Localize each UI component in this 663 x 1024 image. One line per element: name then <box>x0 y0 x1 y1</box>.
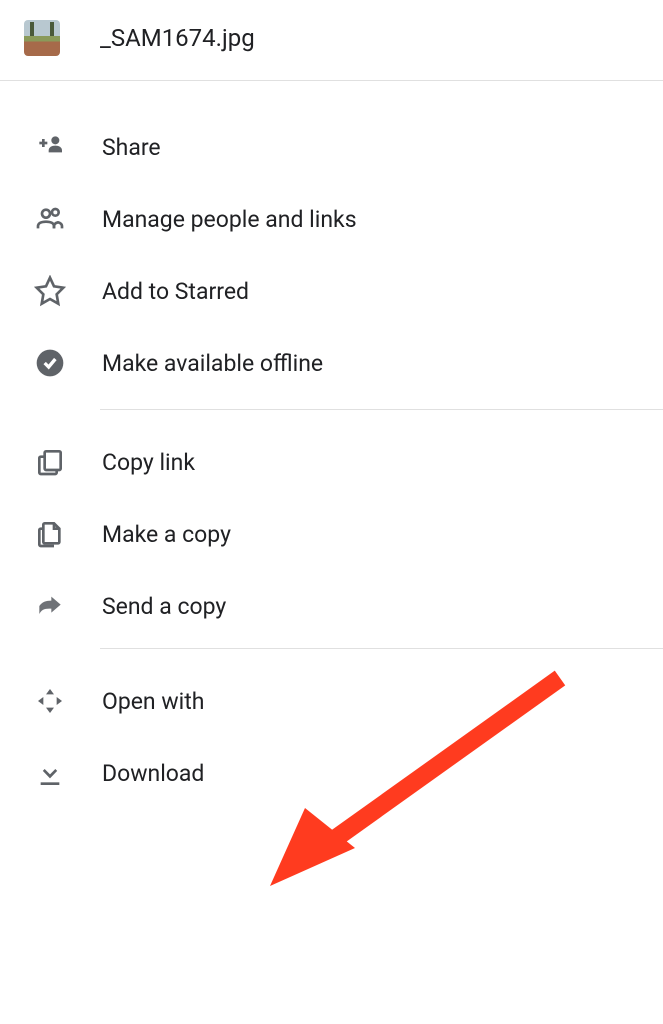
download-icon <box>34 757 66 789</box>
file-header: _SAM1674.jpg <box>0 0 663 80</box>
send-icon <box>34 590 66 622</box>
menu-section-1: Share Manage people and links Add to Sta… <box>0 81 663 409</box>
menu-section-3: Open with Download <box>0 649 663 819</box>
manage-people-label: Manage people and links <box>102 206 357 233</box>
make-copy-item[interactable]: Make a copy <box>0 498 663 570</box>
offline-item[interactable]: Make available offline <box>0 327 663 399</box>
file-thumbnail <box>24 20 60 56</box>
download-item[interactable]: Download <box>0 737 663 809</box>
make-copy-icon <box>34 518 66 550</box>
offline-label: Make available offline <box>102 350 323 377</box>
star-icon <box>34 275 66 307</box>
download-label: Download <box>102 760 204 787</box>
send-copy-item[interactable]: Send a copy <box>0 570 663 642</box>
open-with-label: Open with <box>102 688 204 715</box>
share-item[interactable]: Share <box>0 111 663 183</box>
star-label: Add to Starred <box>102 278 249 305</box>
file-name: _SAM1674.jpg <box>100 24 255 52</box>
manage-people-item[interactable]: Manage people and links <box>0 183 663 255</box>
copy-link-label: Copy link <box>102 449 195 476</box>
make-copy-label: Make a copy <box>102 521 231 548</box>
menu-section-2: Copy link Make a copy Send a copy <box>0 410 663 648</box>
people-icon <box>34 203 66 235</box>
offline-icon <box>34 347 66 379</box>
open-with-item[interactable]: Open with <box>0 665 663 737</box>
send-copy-label: Send a copy <box>102 593 226 620</box>
open-with-icon <box>34 685 66 717</box>
share-icon <box>34 131 66 163</box>
copy-link-icon <box>34 446 66 478</box>
share-label: Share <box>102 134 161 161</box>
star-item[interactable]: Add to Starred <box>0 255 663 327</box>
copy-link-item[interactable]: Copy link <box>0 426 663 498</box>
